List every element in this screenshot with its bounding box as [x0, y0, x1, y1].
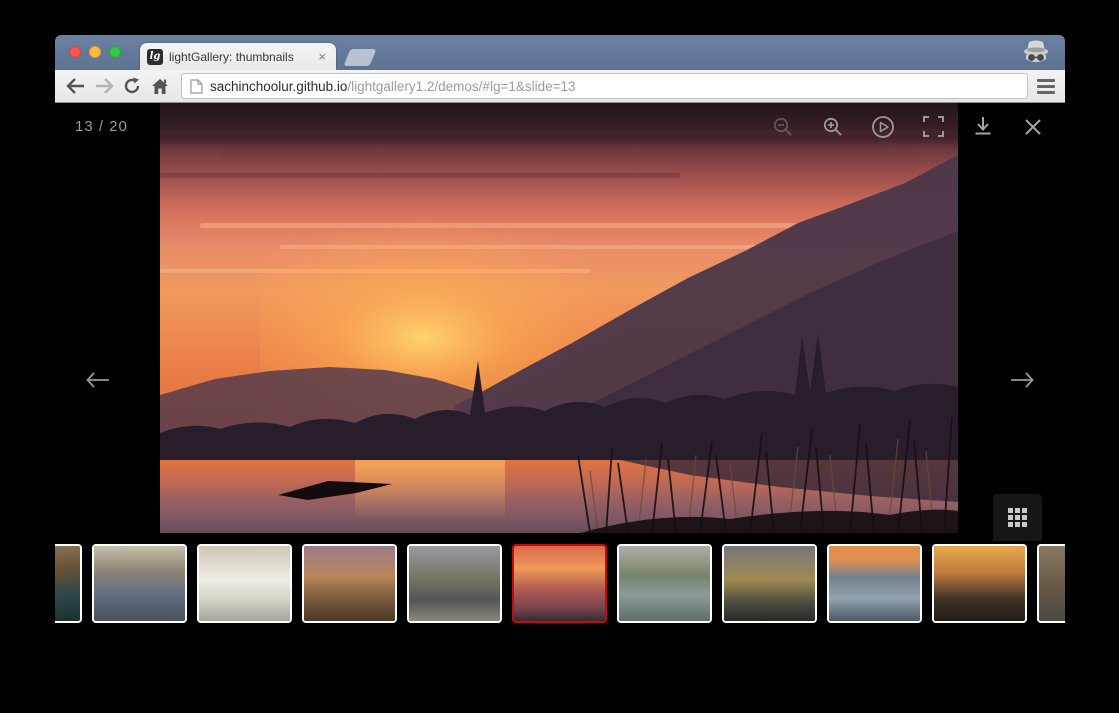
url-path: /lightgallery1.2/demos/#lg=1&slide=13: [347, 79, 575, 94]
tab-title: lightGallery: thumbnails: [169, 50, 316, 64]
thumbnail-flooded-gate[interactable]: [92, 544, 187, 623]
thumbnail-toggle-button[interactable]: [993, 494, 1042, 541]
fullscreen-icon[interactable]: [908, 103, 958, 150]
home-button[interactable]: [147, 73, 173, 99]
play-slideshow-icon[interactable]: [858, 103, 908, 150]
gallery-topbar: 13 / 20: [55, 103, 1065, 150]
browser-window: lg lightGallery: thumbnails ×: [55, 35, 1065, 633]
download-icon[interactable]: [958, 103, 1008, 150]
thumbnail-country-lane[interactable]: [722, 544, 817, 623]
reload-button[interactable]: [119, 73, 145, 99]
minimize-window-button[interactable]: [89, 46, 101, 58]
page-icon: [190, 79, 203, 94]
chrome-menu-icon[interactable]: [1035, 77, 1057, 96]
slide-image: [160, 103, 958, 533]
thumbnail-strip: [55, 541, 1065, 628]
thumbnail-mountain-reflection[interactable]: [1037, 544, 1065, 623]
browser-tab[interactable]: lg lightGallery: thumbnails ×: [140, 43, 336, 70]
address-bar[interactable]: sachinchoolur.github.io/lightgallery1.2/…: [181, 73, 1028, 99]
thumbnail-frosty-road[interactable]: [407, 544, 502, 623]
next-slide-arrow[interactable]: [1005, 365, 1039, 395]
close-window-button[interactable]: [69, 46, 81, 58]
new-tab-button[interactable]: [344, 49, 377, 66]
thumbnail-jetty-sunset[interactable]: [932, 544, 1027, 623]
gallery-actions: [758, 103, 1058, 150]
thumbnail-waves-rocks[interactable]: [827, 544, 922, 623]
zoom-window-button[interactable]: [109, 46, 121, 58]
zoom-out-icon[interactable]: [758, 103, 808, 150]
browser-toolbar: sachinchoolur.github.io/lightgallery1.2/…: [55, 70, 1065, 103]
zoom-in-icon[interactable]: [808, 103, 858, 150]
close-gallery-icon[interactable]: [1008, 103, 1058, 150]
thumbnail-hillside-lake[interactable]: [55, 544, 82, 623]
previous-slide-arrow[interactable]: [81, 365, 115, 395]
tab-close-icon[interactable]: ×: [316, 50, 328, 63]
slide-counter: 13 / 20: [75, 118, 128, 135]
screen-background: lg lightGallery: thumbnails ×: [0, 0, 1119, 713]
grid-icon: [1008, 508, 1027, 527]
window-titlebar: lg lightGallery: thumbnails ×: [55, 35, 1065, 70]
thumbnail-snow-stones[interactable]: [197, 544, 292, 623]
incognito-icon: [1016, 37, 1056, 68]
thumbnail-rocky-shore[interactable]: [617, 544, 712, 623]
lightgallery-favicon-icon: lg: [147, 49, 163, 65]
back-button[interactable]: [63, 73, 89, 99]
window-controls: [69, 46, 121, 58]
url-host: sachinchoolur.github.io: [210, 79, 347, 94]
lightgallery-overlay: 13 / 20: [55, 103, 1065, 632]
url-text: sachinchoolur.github.io/lightgallery1.2/…: [210, 79, 576, 94]
forward-button[interactable]: [91, 73, 117, 99]
thumbnail-track: [55, 544, 1065, 623]
thumbnail-autumn-boat[interactable]: [302, 544, 397, 623]
thumbnail-sunset-lake-active[interactable]: [512, 544, 607, 623]
